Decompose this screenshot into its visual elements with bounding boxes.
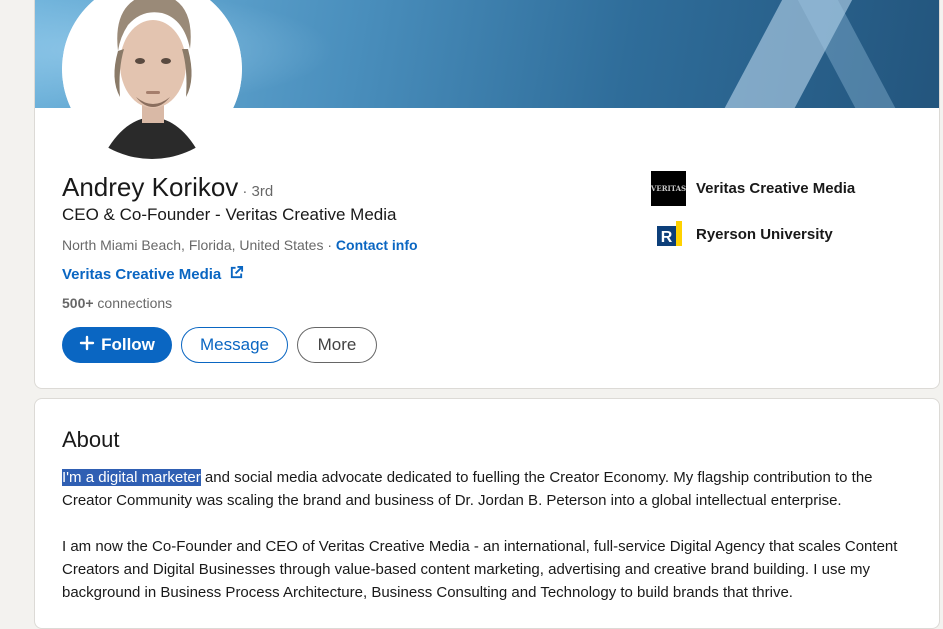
profile-card: Andrey Korikov · 3rd CEO & Co-Founder - … xyxy=(34,0,940,389)
connections-label: connections xyxy=(93,295,173,311)
location-separator: · xyxy=(323,237,336,253)
about-card: About I'm a digital marketer and social … xyxy=(34,398,940,629)
follow-label: Follow xyxy=(101,335,155,354)
connections-count[interactable]: 500+ connections xyxy=(62,295,172,311)
profile-headline: CEO & Co-Founder - Veritas Creative Medi… xyxy=(62,205,397,224)
ryerson-logo: R xyxy=(651,217,686,252)
veritas-logo-text: VERITAS xyxy=(650,184,687,193)
org-name: Ryerson University xyxy=(696,226,833,243)
org-ryerson-university[interactable]: R Ryerson University xyxy=(651,217,833,252)
plus-icon xyxy=(79,335,95,356)
contact-info-link[interactable]: Contact info xyxy=(336,237,418,253)
message-button[interactable]: Message xyxy=(181,327,288,363)
ryerson-logo-text: R xyxy=(661,229,673,246)
about-paragraph-1: I'm a digital marketer and social media … xyxy=(62,466,922,512)
website-label: Veritas Creative Media xyxy=(62,266,222,283)
profile-name: Andrey Korikov xyxy=(62,172,239,202)
org-veritas-creative-media[interactable]: VERITAS Veritas Creative Media xyxy=(651,171,855,206)
name-row: Andrey Korikov · 3rd xyxy=(62,172,273,203)
selected-text: I'm a digital marketer xyxy=(62,469,201,486)
veritas-logo: VERITAS xyxy=(651,171,686,206)
website-link[interactable]: Veritas Creative Media xyxy=(62,265,244,284)
more-button[interactable]: More xyxy=(297,327,377,363)
follow-button[interactable]: Follow xyxy=(62,327,172,363)
external-link-icon xyxy=(229,265,244,284)
profile-avatar[interactable] xyxy=(62,0,242,159)
org-name: Veritas Creative Media xyxy=(696,180,856,197)
connection-degree: · 3rd xyxy=(242,183,274,200)
location-row: North Miami Beach, Florida, United State… xyxy=(62,237,418,253)
about-paragraph-2: I am now the Co-Founder and CEO of Verit… xyxy=(62,538,898,601)
about-title: About xyxy=(62,427,120,452)
profile-location: North Miami Beach, Florida, United State… xyxy=(62,237,324,253)
connections-number: 500+ xyxy=(62,295,94,311)
